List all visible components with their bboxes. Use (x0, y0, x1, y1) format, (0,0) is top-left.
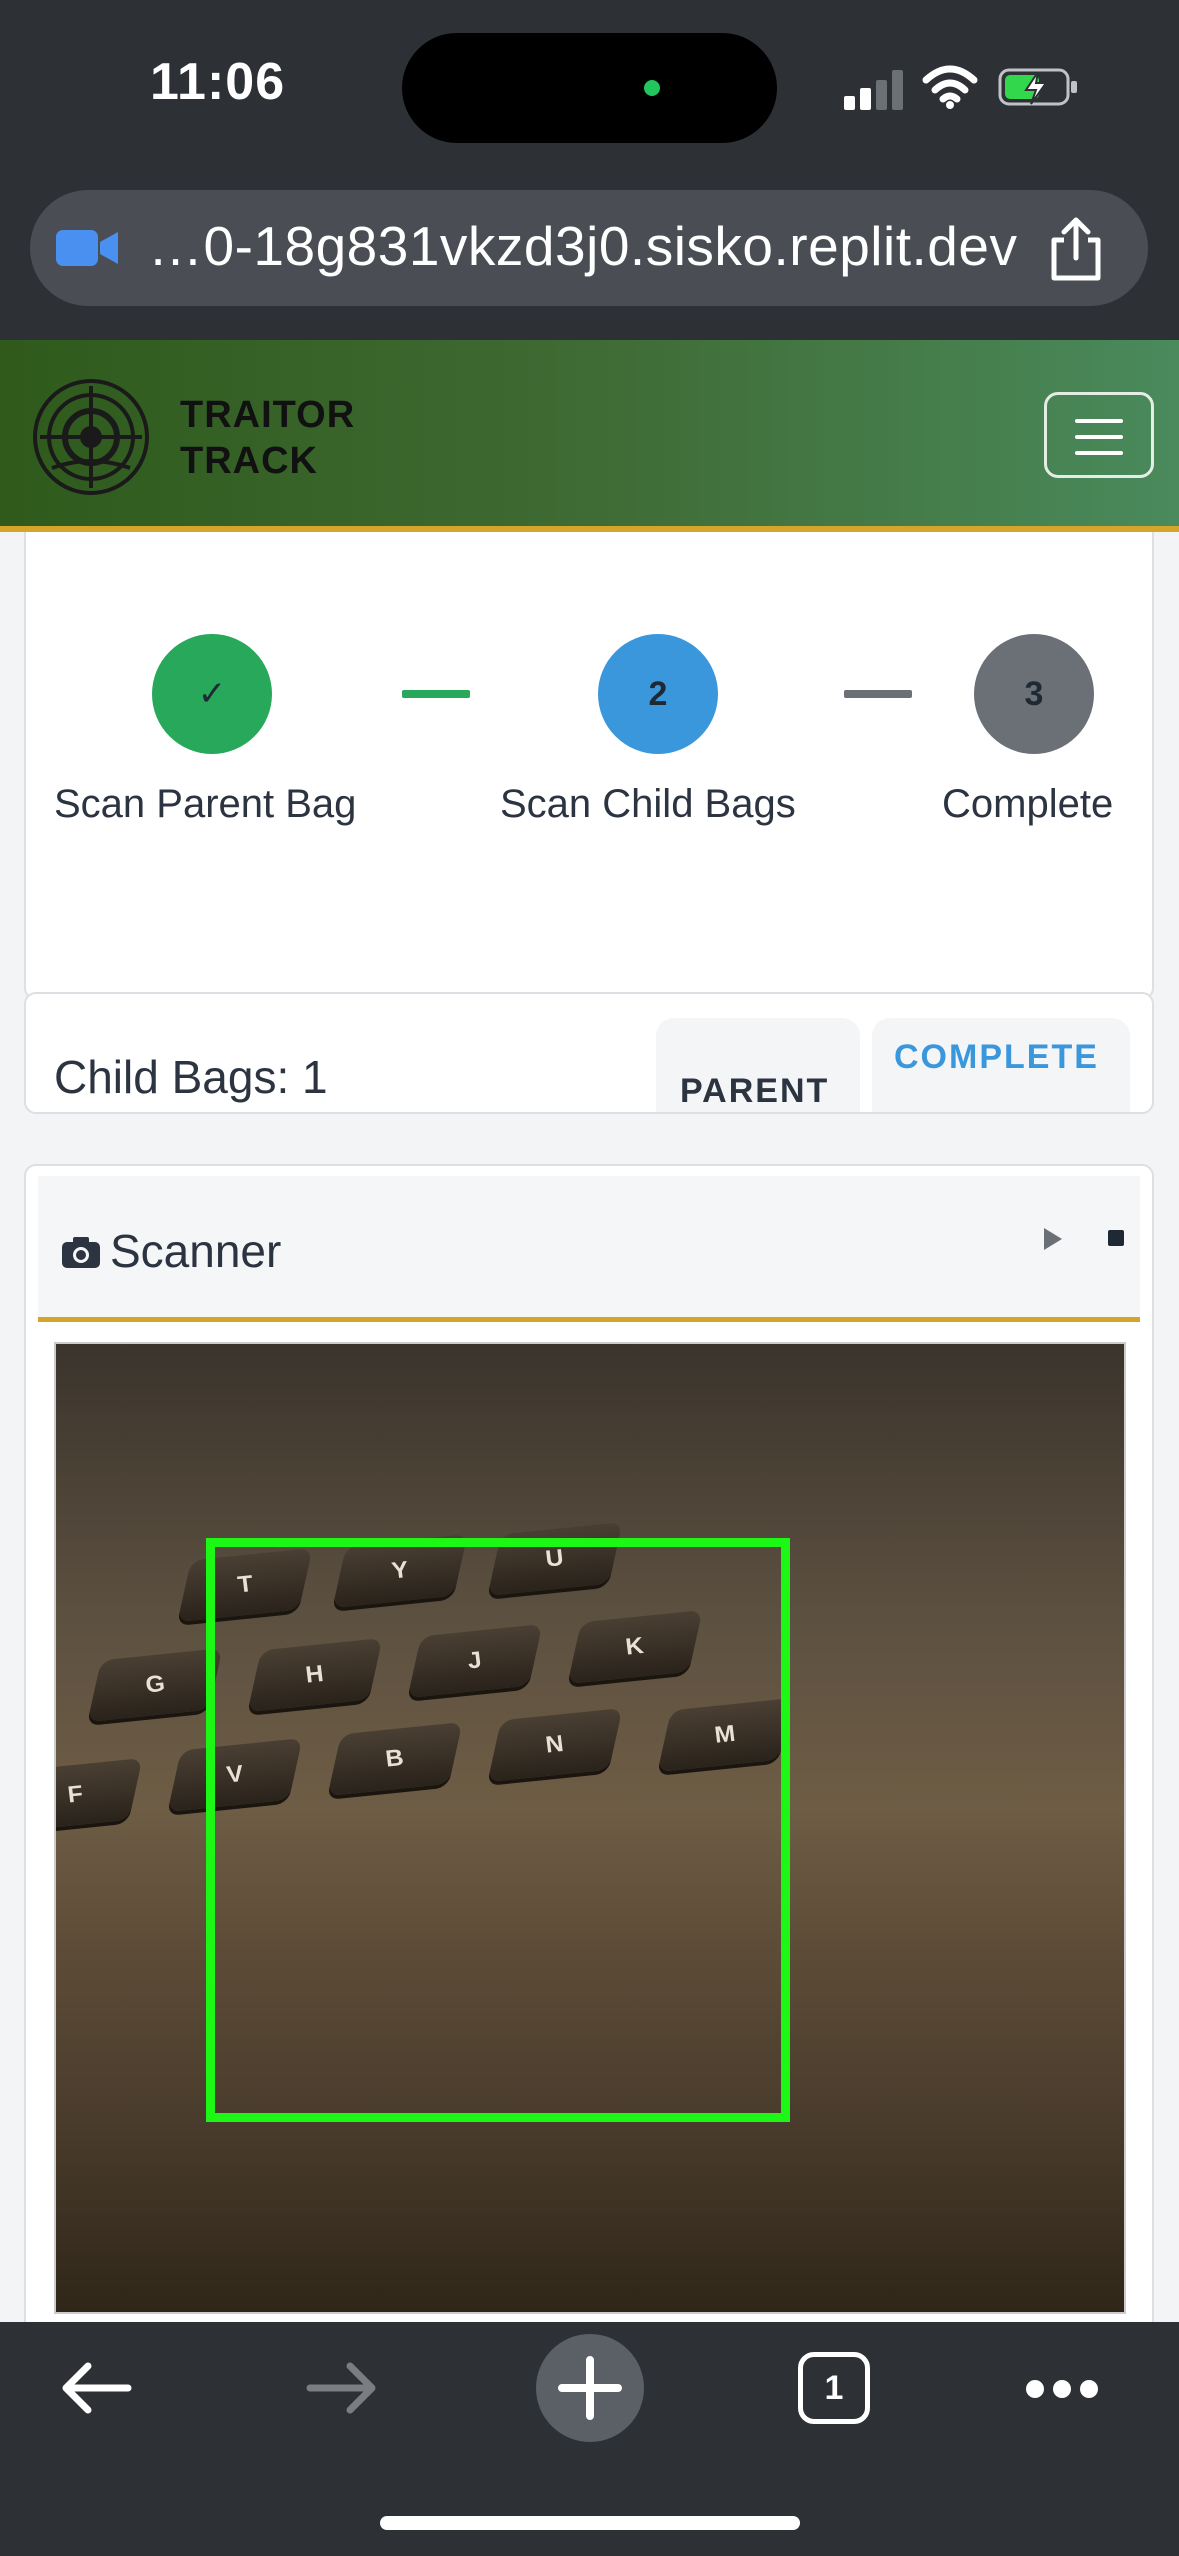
camera-in-use-indicator (644, 80, 660, 96)
menu-icon-bar (1075, 451, 1123, 455)
main-content: ✓ 2 3 Scan Parent Bag Scan Child Bags Co… (0, 532, 1179, 2322)
keyboard-key: F (56, 1758, 143, 1832)
step-1-indicator: ✓ (152, 634, 272, 754)
menu-icon-bar (1075, 435, 1123, 439)
brand-line-2: TRACK (180, 440, 318, 482)
cellular-signal-icon (844, 68, 904, 110)
camera-preview: TYUGHJKFVBNM (54, 1342, 1126, 2314)
back-arrow-icon[interactable] (58, 2360, 134, 2416)
video-icon (56, 230, 118, 266)
battery-charging-icon (998, 68, 1077, 106)
status-time: 11:06 (150, 53, 286, 111)
child-bags-count: Child Bags: 1 (54, 1051, 328, 1103)
stop-icon[interactable] (1108, 1230, 1124, 1246)
home-indicator (380, 2516, 800, 2530)
tab-complete[interactable]: COMPLETE (872, 1018, 1130, 1112)
check-icon: ✓ (197, 675, 227, 713)
share-icon[interactable] (1046, 214, 1106, 284)
step-connector-1 (402, 690, 470, 698)
scanner-title: Scanner (110, 1225, 282, 1277)
app-navbar (0, 340, 1179, 532)
step-3-indicator: 3 (974, 634, 1094, 754)
dynamic-island (402, 33, 777, 143)
new-tab-button[interactable] (536, 2334, 644, 2442)
scan-target-frame (206, 1538, 790, 2122)
keyboard-key: G (87, 1648, 223, 1722)
tab-complete-label: COMPLETE (894, 1038, 1099, 1076)
forward-arrow-icon[interactable] (304, 2360, 380, 2416)
brand-line-1: TRAITOR (180, 394, 356, 436)
tab-switcher-button[interactable]: 1 (798, 2352, 870, 2424)
step-2-indicator: 2 (598, 634, 718, 754)
tab-parent[interactable]: PARENT (656, 1018, 860, 1112)
step-2-number: 2 (648, 674, 668, 713)
plus-icon (558, 2356, 622, 2420)
camera-icon (62, 1237, 100, 1268)
step-connector-2 (844, 690, 912, 698)
scanner-header: Scanner (38, 1176, 1140, 1322)
more-options-icon[interactable] (1026, 2380, 1098, 2400)
step-3-label: Complete (942, 782, 1114, 826)
step-2-label: Scan Child Bags (500, 782, 796, 826)
wifi-icon (922, 65, 978, 109)
scanner-card: Scanner TYUGHJKFVBNM (24, 1164, 1154, 2322)
menu-icon-bar (1075, 419, 1123, 423)
progress-steps-card: ✓ 2 3 Scan Parent Bag Scan Child Bags Co… (24, 532, 1154, 1000)
step-1-label: Scan Parent Bag (54, 782, 357, 826)
step-3-number: 3 (1024, 674, 1044, 713)
url-text[interactable]: …0-18g831vkzd3j0.sisko.replit.dev (148, 214, 1017, 278)
traitor-track-logo-icon[interactable] (30, 376, 152, 498)
play-icon[interactable] (1040, 1224, 1066, 1254)
brand-name[interactable]: TRAITOR TRACK (180, 392, 355, 484)
menu-toggle-button[interactable] (1044, 392, 1154, 478)
child-bags-counter-card: Child Bags: 1 PARENT COMPLETE (24, 992, 1154, 1114)
tab-parent-label: PARENT (680, 1072, 830, 1110)
